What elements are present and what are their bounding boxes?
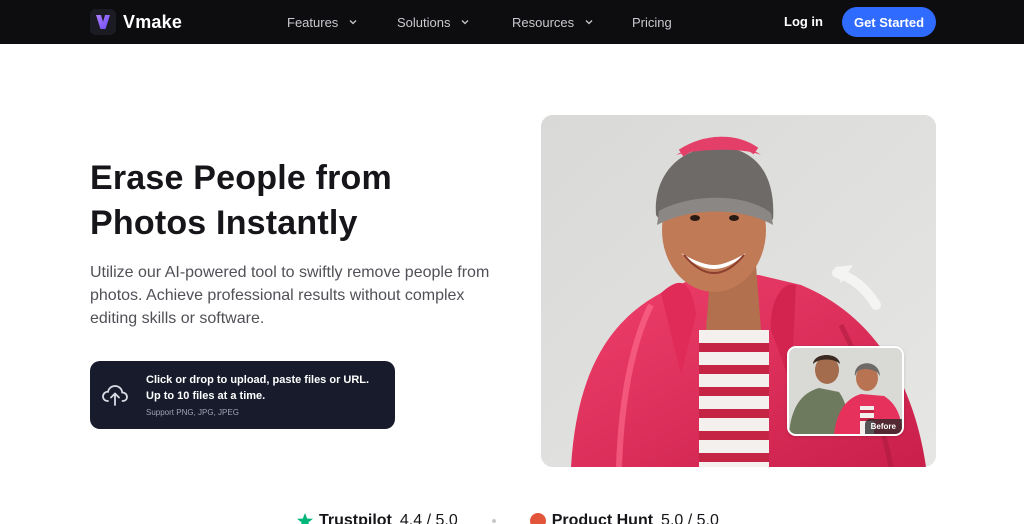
brand-logo[interactable]: Vmake [90, 9, 182, 35]
login-link[interactable]: Log in [784, 14, 823, 29]
producthunt-label: Product Hunt [551, 512, 654, 524]
chevron-down-icon [462, 20, 469, 25]
menu-features[interactable]: Features [287, 0, 358, 44]
chevron-down-icon [349, 20, 357, 25]
before-label: Before [864, 419, 902, 434]
cloud-upload-icon [102, 385, 128, 406]
trustpilot-star-icon [297, 513, 313, 524]
title-line-1: Erase People from [90, 159, 392, 197]
ratings-divider [491, 519, 496, 523]
chevron-down-icon [585, 20, 593, 25]
producthunt-score: 5.0 / 5.0 [661, 512, 719, 524]
menu-pricing-label: Pricing [632, 14, 672, 30]
vmake-logo-icon [90, 9, 116, 35]
menu-solutions-label: Solutions [397, 14, 451, 30]
get-started-button[interactable]: Get Started [842, 7, 936, 37]
before-preview-thumbnail[interactable]: Before [787, 346, 904, 436]
upload-dropzone[interactable]: Click or drop to upload, paste files or … [90, 361, 395, 429]
hero-description: Utilize our AI-powered tool to swiftly r… [90, 264, 490, 327]
menu-features-label: Features [287, 14, 339, 30]
menu-pricing[interactable]: Pricing [632, 0, 672, 44]
upload-instructions: Click or drop to upload, paste files or … [146, 374, 370, 402]
ratings-strip: Trustpilot 4.4 / 5.0 Product Hunt 5.0 / … [296, 512, 719, 524]
menu-solutions[interactable]: Solutions [397, 0, 470, 44]
product-hunt-icon [529, 513, 546, 524]
menu-resources[interactable]: Resources [512, 0, 594, 44]
top-nav: Vmake Features Solutions Resources Prici… [0, 0, 1024, 44]
trustpilot-label: Trustpilot [319, 512, 392, 524]
page-title: Erase People from Photos Instantly [90, 156, 470, 246]
menu-resources-label: Resources [512, 14, 575, 30]
trustpilot-score: 4.4 / 5.0 [399, 512, 458, 524]
brand-name: Vmake [123, 11, 183, 32]
upload-formats: Support PNG, JPG, JPEG [146, 408, 239, 417]
title-line-2: Photos Instantly [90, 204, 358, 242]
